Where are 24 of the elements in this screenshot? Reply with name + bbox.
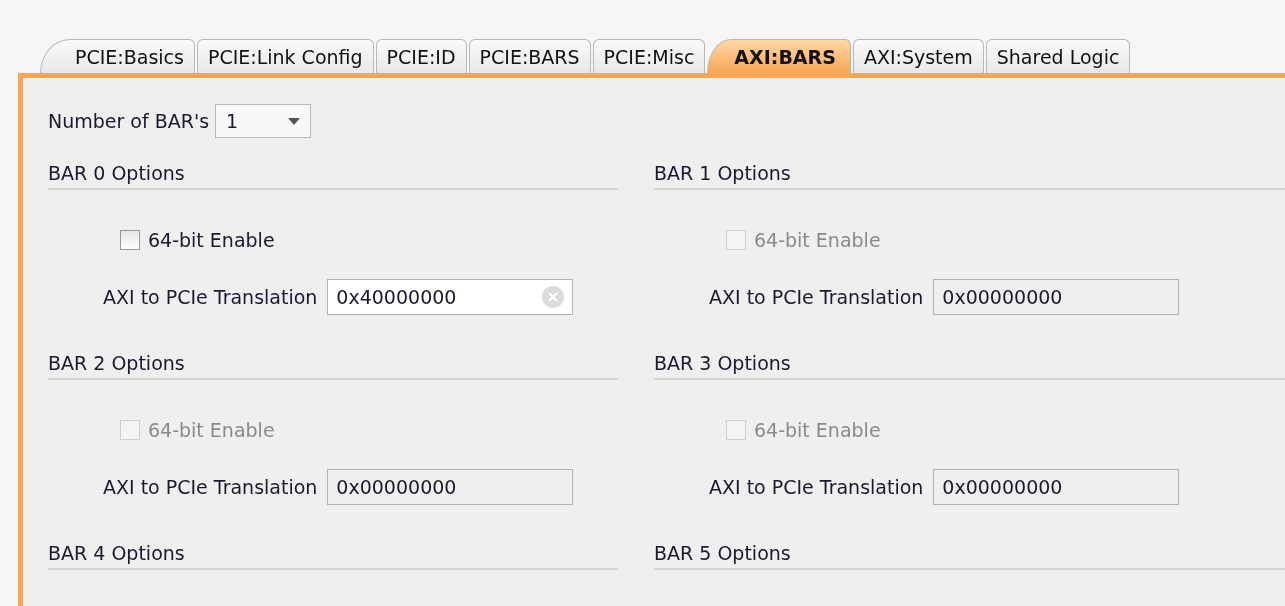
clear-icon[interactable] (542, 286, 565, 308)
section-title: BAR 0 Options (48, 162, 618, 190)
input-field[interactable]: 0x40000000 (327, 279, 574, 315)
tab[interactable]: PCIE:Link Config (196, 39, 374, 73)
tab[interactable]: Shared Logic (985, 39, 1131, 73)
field-label: AXI to PCIe Translation (709, 476, 924, 498)
tab[interactable]: PCIE:ID (375, 39, 467, 73)
tab[interactable]: PCIE:Basics (40, 39, 195, 73)
field-label: AXI to PCIe Translation (103, 286, 318, 308)
section-title: BAR 3 Options (654, 352, 1285, 380)
section-title: BAR 2 Options (48, 352, 618, 380)
checkbox[interactable]: 64-bit Enable (120, 227, 275, 253)
tab[interactable]: AXI:System (852, 39, 984, 73)
section-title: BAR 1 Options (654, 162, 1285, 190)
caret-icon (288, 117, 301, 125)
tab[interactable]: PCIE:BARS (468, 39, 591, 73)
number-of-bars-dropdown[interactable]: 1 (215, 104, 312, 138)
section-title: BAR 4 Options (48, 542, 618, 570)
section-title: BAR 5 Options (654, 542, 1285, 570)
tab[interactable]: PCIE:Misc (592, 39, 706, 73)
tab[interactable]: AXI:BARS (707, 39, 851, 73)
field-label: AXI to PCIe Translation (709, 286, 924, 308)
number-of-bars-label: Number of BAR's (48, 110, 210, 132)
field-label: AXI to PCIe Translation (103, 476, 318, 498)
